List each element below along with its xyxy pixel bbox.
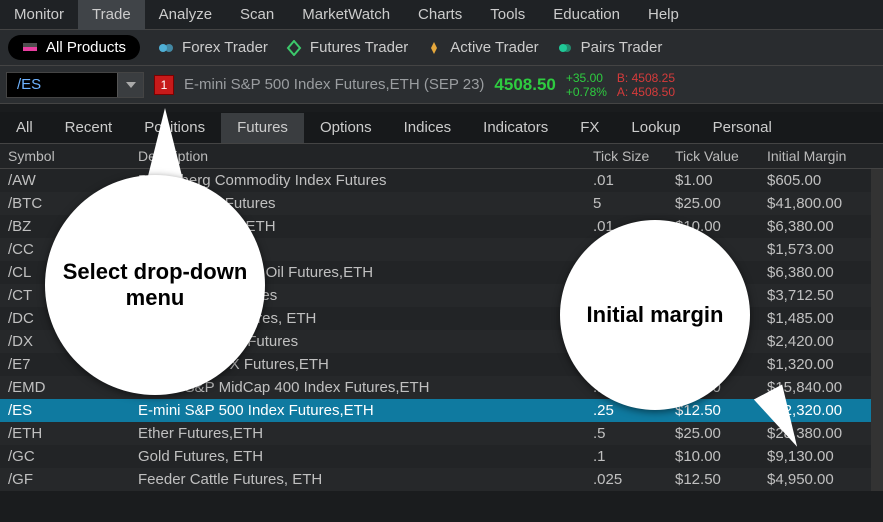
table-row[interactable]: /ESE-mini S&P 500 Index Futures,ETH.25$1… — [0, 399, 883, 422]
active-trader-label: Active Trader — [450, 39, 538, 56]
symbol-select[interactable]: /ES — [6, 72, 144, 98]
change-pct: +0.78% — [566, 85, 607, 99]
col-symbol[interactable]: Symbol — [0, 144, 130, 169]
tab-options[interactable]: Options — [304, 113, 388, 143]
link-group-badge[interactable]: 1 — [154, 75, 174, 95]
last-price: 4508.50 — [494, 75, 555, 95]
menu-education[interactable]: Education — [539, 0, 634, 30]
tab-personal[interactable]: Personal — [697, 113, 788, 143]
callout-initial-margin: Initial margin — [560, 220, 750, 410]
symbol-info-row: /ES 1 E-mini S&P 500 Index Futures,ETH (… — [0, 66, 883, 104]
symbol-value: /ES — [7, 76, 117, 93]
chevron-down-icon — [126, 82, 136, 88]
col-tickvalue[interactable]: Tick Value — [667, 144, 759, 169]
menu-scan[interactable]: Scan — [226, 0, 288, 30]
menu-marketwatch[interactable]: MarketWatch — [288, 0, 404, 30]
price-change: +35.00 +0.78% — [566, 71, 607, 99]
pairs-trader-link[interactable]: Pairs Trader — [557, 39, 663, 56]
all-products-pill[interactable]: All Products — [8, 35, 140, 60]
futures-trader-label: Futures Trader — [310, 39, 408, 56]
futures-trader-link[interactable]: Futures Trader — [286, 39, 408, 56]
col-ticksize[interactable]: Tick Size — [585, 144, 667, 169]
menu-help[interactable]: Help — [634, 0, 693, 30]
table-row[interactable]: /ETHEther Futures,ETH.5$25.00$28,380.00 — [0, 422, 883, 445]
tab-indices[interactable]: Indices — [388, 113, 468, 143]
menu-charts[interactable]: Charts — [404, 0, 476, 30]
menu-monitor[interactable]: Monitor — [0, 0, 78, 30]
table-row[interactable]: /GCGold Futures, ETH.1$10.00$9,130.00 — [0, 445, 883, 468]
menu-tools[interactable]: Tools — [476, 0, 539, 30]
forex-trader-link[interactable]: Forex Trader — [158, 39, 268, 56]
tab-futures[interactable]: Futures — [221, 113, 304, 143]
menu-trade[interactable]: Trade — [78, 0, 145, 30]
callout-dropdown: Select drop-down menu — [45, 175, 265, 395]
tab-lookup[interactable]: Lookup — [615, 113, 696, 143]
forex-icon — [158, 40, 174, 56]
symbol-dropdown-button[interactable] — [117, 73, 143, 97]
pairs-trader-label: Pairs Trader — [581, 39, 663, 56]
tab-recent[interactable]: Recent — [49, 113, 129, 143]
trader-mode-toolbar: All Products Forex Trader Futures Trader… — [0, 30, 883, 66]
scrollbar-track[interactable] — [871, 144, 883, 169]
active-trader-link[interactable]: Active Trader — [426, 39, 538, 56]
pairs-icon — [557, 40, 573, 56]
tab-all[interactable]: All — [0, 113, 49, 143]
table-row[interactable]: /GFFeeder Cattle Futures, ETH.025$12.50$… — [0, 468, 883, 491]
symbol-description: E-mini S&P 500 Index Futures,ETH (SEP 23… — [184, 76, 484, 93]
table-header-row: Symbol Description Tick Size Tick Value … — [0, 144, 883, 169]
bid-ask: B: 4508.25 A: 4508.50 — [617, 71, 675, 99]
tab-indicators[interactable]: Indicators — [467, 113, 564, 143]
col-initialmargin[interactable]: Initial Margin — [759, 144, 871, 169]
change-abs: +35.00 — [566, 71, 607, 85]
tab-fx[interactable]: FX — [564, 113, 615, 143]
active-icon — [426, 40, 442, 56]
col-description[interactable]: Description — [130, 144, 585, 169]
forex-trader-label: Forex Trader — [182, 39, 268, 56]
main-menubar: MonitorTradeAnalyzeScanMarketWatchCharts… — [0, 0, 883, 30]
lookup-tabstrip: AllRecentPositionsFuturesOptionsIndicesI… — [0, 112, 883, 144]
all-products-label: All Products — [46, 39, 126, 56]
menu-analyze[interactable]: Analyze — [145, 0, 226, 30]
futures-icon — [286, 40, 302, 56]
all-products-icon — [22, 40, 38, 56]
